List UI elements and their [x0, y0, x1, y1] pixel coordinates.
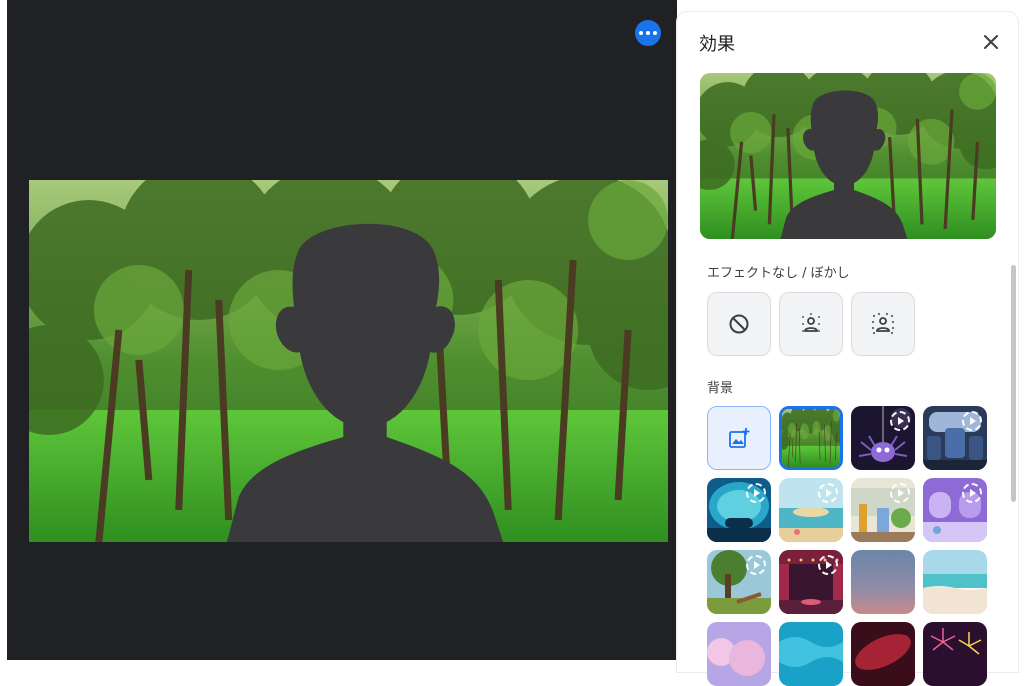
background-tree-swing[interactable]: [707, 550, 771, 614]
background-garden-party[interactable]: [851, 478, 915, 542]
person-blur-light-icon: [802, 313, 820, 332]
person-blur-strong-icon: [871, 312, 895, 335]
background-spaceship-seats[interactable]: [923, 406, 987, 470]
effect-blur-button[interactable]: [851, 292, 915, 356]
pink-clouds-thumbnail: [707, 622, 771, 686]
panel-scrollbar[interactable]: [1011, 265, 1016, 502]
effect-preview: [700, 73, 996, 239]
animated-play-icon: [962, 411, 982, 431]
background-sunset-gradient[interactable]: [851, 550, 915, 614]
panel-title: 効果: [699, 34, 735, 55]
close-button[interactable]: [979, 30, 1003, 54]
fireworks-thumbnail: [923, 622, 987, 686]
animated-play-icon: [746, 555, 766, 575]
background-purple-space-room[interactable]: [923, 478, 987, 542]
beach-thumbnail: [923, 550, 987, 614]
upload-background-button[interactable]: [707, 406, 771, 470]
background-forest[interactable]: [779, 406, 843, 470]
background-pink-clouds[interactable]: [707, 622, 771, 686]
ocean-thumbnail: [779, 622, 843, 686]
close-icon: [984, 35, 998, 49]
block-icon: [729, 314, 749, 334]
forest-background-image: [29, 180, 668, 542]
background-underwater-dome[interactable]: [707, 478, 771, 542]
background-spider[interactable]: [851, 406, 915, 470]
effect-none-button[interactable]: [707, 292, 771, 356]
animated-play-icon: [746, 483, 766, 503]
effects-panel: 効果 エフェクトなし / ぼかし 背景: [677, 12, 1018, 686]
preview-image: [700, 73, 996, 239]
animated-play-icon: [818, 483, 838, 503]
add-photo-icon: [729, 428, 750, 448]
video-stage: [7, 0, 677, 660]
nebula-thumbnail: [851, 622, 915, 686]
section-background: 背景: [707, 381, 734, 396]
animated-play-icon: [890, 483, 910, 503]
background-fireworks[interactable]: [923, 622, 987, 686]
background-ocean-water[interactable]: [779, 622, 843, 686]
background-red-nebula[interactable]: [851, 622, 915, 686]
section-no-effect-blur: エフェクトなし / ぼかし: [707, 266, 850, 281]
sunset-thumbnail: [851, 550, 915, 614]
background-theater-stage[interactable]: [779, 550, 843, 614]
animated-play-icon: [962, 483, 982, 503]
animated-play-icon: [818, 555, 838, 575]
more-options-button[interactable]: [635, 20, 661, 46]
forest-thumbnail: [782, 409, 840, 467]
animated-play-icon: [890, 411, 910, 431]
background-beach-island[interactable]: [779, 478, 843, 542]
effect-slight-blur-button[interactable]: [779, 292, 843, 356]
background-beach[interactable]: [923, 550, 987, 614]
self-view-video: [29, 180, 668, 542]
